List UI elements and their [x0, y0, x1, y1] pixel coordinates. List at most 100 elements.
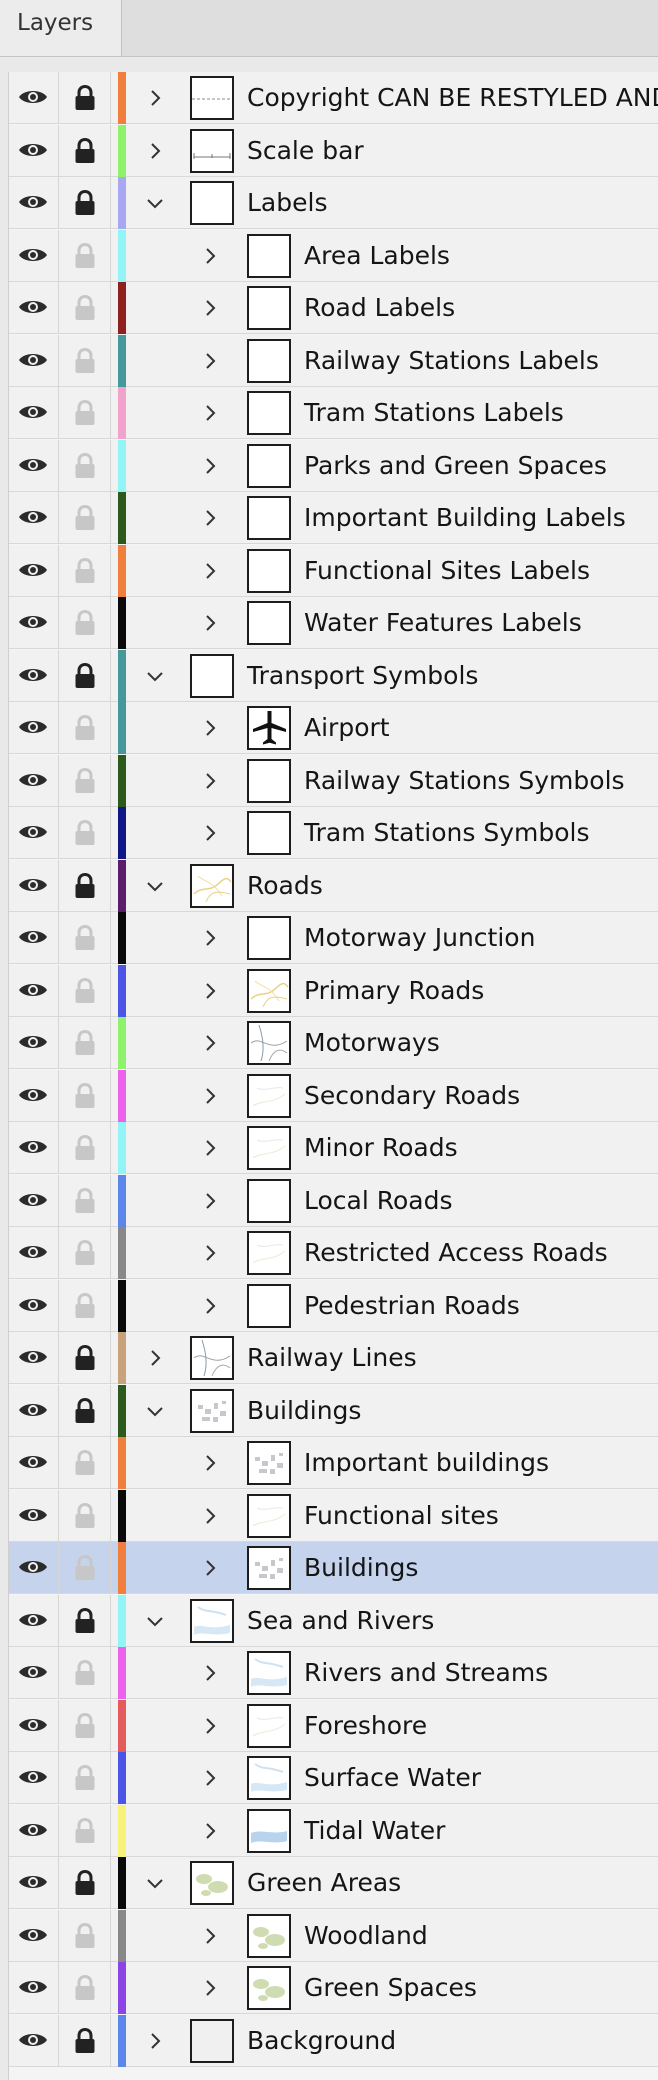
- layer-row-secondary-roads[interactable]: Secondary Roads: [9, 1070, 658, 1122]
- lock-toggle[interactable]: [59, 1647, 111, 1699]
- visibility-toggle[interactable]: [9, 860, 59, 912]
- visibility-toggle[interactable]: [9, 282, 59, 334]
- lock-toggle[interactable]: [59, 912, 111, 964]
- layer-row-tram-stations-labels[interactable]: Tram Stations Labels: [9, 387, 658, 439]
- visibility-toggle[interactable]: [9, 965, 59, 1017]
- lock-toggle[interactable]: [59, 1805, 111, 1857]
- layer-row-woodland[interactable]: Woodland: [9, 1910, 658, 1962]
- layer-row-road-labels[interactable]: Road Labels: [9, 282, 658, 334]
- lock-toggle[interactable]: [59, 387, 111, 439]
- layer-row-functional-sites[interactable]: Functional sites: [9, 1490, 658, 1542]
- lock-toggle[interactable]: [59, 72, 111, 124]
- chevron-right-icon[interactable]: [201, 1454, 219, 1472]
- visibility-toggle[interactable]: [9, 1595, 59, 1647]
- visibility-toggle[interactable]: [9, 1070, 59, 1122]
- lock-toggle[interactable]: [59, 807, 111, 859]
- layer-row-surface-water[interactable]: Surface Water: [9, 1752, 658, 1804]
- layer-row-tidal-water[interactable]: Tidal Water: [9, 1805, 658, 1857]
- layer-row-important-buildings[interactable]: Important buildings: [9, 1437, 658, 1489]
- visibility-toggle[interactable]: [9, 702, 59, 754]
- layer-row-tram-stations-symbols[interactable]: Tram Stations Symbols: [9, 807, 658, 859]
- lock-toggle[interactable]: [59, 1070, 111, 1122]
- visibility-toggle[interactable]: [9, 177, 59, 229]
- layer-row-minor-roads[interactable]: Minor Roads: [9, 1122, 658, 1174]
- layer-row-pedestrian-roads[interactable]: Pedestrian Roads: [9, 1280, 658, 1332]
- chevron-right-icon[interactable]: [201, 1979, 219, 1997]
- lock-toggle[interactable]: [59, 1542, 111, 1594]
- lock-toggle[interactable]: [59, 1910, 111, 1962]
- visibility-toggle[interactable]: [9, 1962, 59, 2014]
- chevron-right-icon[interactable]: [201, 614, 219, 632]
- visibility-toggle[interactable]: [9, 545, 59, 597]
- lock-toggle[interactable]: [59, 1227, 111, 1279]
- chevron-right-icon[interactable]: [201, 562, 219, 580]
- layer-row-airport[interactable]: Airport: [9, 702, 658, 754]
- layer-row-railway-lines[interactable]: Railway Lines: [9, 1332, 658, 1384]
- visibility-toggle[interactable]: [9, 1857, 59, 1909]
- layer-row-primary-roads[interactable]: Primary Roads: [9, 965, 658, 1017]
- chevron-right-icon[interactable]: [201, 1139, 219, 1157]
- lock-toggle[interactable]: [59, 702, 111, 754]
- chevron-down-icon[interactable]: [146, 877, 164, 895]
- visibility-toggle[interactable]: [9, 1542, 59, 1594]
- chevron-right-icon[interactable]: [201, 929, 219, 947]
- visibility-toggle[interactable]: [9, 230, 59, 282]
- visibility-toggle[interactable]: [9, 2015, 59, 2067]
- visibility-toggle[interactable]: [9, 807, 59, 859]
- chevron-right-icon[interactable]: [201, 719, 219, 737]
- lock-toggle[interactable]: [59, 1437, 111, 1489]
- chevron-right-icon[interactable]: [201, 1034, 219, 1052]
- layer-row-sea-and-rivers[interactable]: Sea and Rivers: [9, 1595, 658, 1647]
- visibility-toggle[interactable]: [9, 1122, 59, 1174]
- chevron-right-icon[interactable]: [201, 1192, 219, 1210]
- lock-toggle[interactable]: [59, 1700, 111, 1752]
- chevron-right-icon[interactable]: [201, 1507, 219, 1525]
- lock-toggle[interactable]: [59, 545, 111, 597]
- chevron-right-icon[interactable]: [201, 404, 219, 422]
- visibility-toggle[interactable]: [9, 1490, 59, 1542]
- chevron-right-icon[interactable]: [201, 1244, 219, 1262]
- chevron-right-icon[interactable]: [201, 1769, 219, 1787]
- visibility-toggle[interactable]: [9, 755, 59, 807]
- lock-toggle[interactable]: [59, 1385, 111, 1437]
- chevron-down-icon[interactable]: [146, 1402, 164, 1420]
- visibility-toggle[interactable]: [9, 912, 59, 964]
- layer-row-copyright-can-be-restyled-and[interactable]: Copyright CAN BE RESTYLED AND: [9, 72, 658, 124]
- lock-toggle[interactable]: [59, 1490, 111, 1542]
- layer-row-local-roads[interactable]: Local Roads: [9, 1175, 658, 1227]
- layer-row-buildings[interactable]: Buildings: [9, 1385, 658, 1437]
- lock-toggle[interactable]: [59, 1857, 111, 1909]
- chevron-right-icon[interactable]: [201, 352, 219, 370]
- chevron-right-icon[interactable]: [201, 1087, 219, 1105]
- chevron-down-icon[interactable]: [146, 667, 164, 685]
- chevron-right-icon[interactable]: [201, 247, 219, 265]
- layer-row-parks-and-green-spaces[interactable]: Parks and Green Spaces: [9, 440, 658, 492]
- chevron-right-icon[interactable]: [201, 1559, 219, 1577]
- lock-toggle[interactable]: [59, 1280, 111, 1332]
- chevron-right-icon[interactable]: [201, 772, 219, 790]
- visibility-toggle[interactable]: [9, 1437, 59, 1489]
- lock-toggle[interactable]: [59, 440, 111, 492]
- layer-row-important-building-labels[interactable]: Important Building Labels: [9, 492, 658, 544]
- layer-row-roads[interactable]: Roads: [9, 860, 658, 912]
- lock-toggle[interactable]: [59, 597, 111, 649]
- lock-toggle[interactable]: [59, 1595, 111, 1647]
- layer-row-background[interactable]: Background: [9, 2015, 658, 2067]
- lock-toggle[interactable]: [59, 650, 111, 702]
- chevron-down-icon[interactable]: [146, 1874, 164, 1892]
- layer-row-scale-bar[interactable]: Scale bar: [9, 125, 658, 177]
- lock-toggle[interactable]: [59, 1175, 111, 1227]
- chevron-right-icon[interactable]: [201, 1822, 219, 1840]
- lock-toggle[interactable]: [59, 177, 111, 229]
- layer-row-restricted-access-roads[interactable]: Restricted Access Roads: [9, 1227, 658, 1279]
- layer-row-functional-sites-labels[interactable]: Functional Sites Labels: [9, 545, 658, 597]
- layer-row-green-spaces[interactable]: Green Spaces: [9, 1962, 658, 2014]
- lock-toggle[interactable]: [59, 335, 111, 387]
- chevron-right-icon[interactable]: [201, 1664, 219, 1682]
- layer-row-foreshore[interactable]: Foreshore: [9, 1700, 658, 1752]
- chevron-right-icon[interactable]: [146, 1349, 164, 1367]
- visibility-toggle[interactable]: [9, 125, 59, 177]
- tab-layers[interactable]: Layers: [0, 0, 122, 56]
- chevron-right-icon[interactable]: [201, 982, 219, 1000]
- layer-row-motorways[interactable]: Motorways: [9, 1017, 658, 1069]
